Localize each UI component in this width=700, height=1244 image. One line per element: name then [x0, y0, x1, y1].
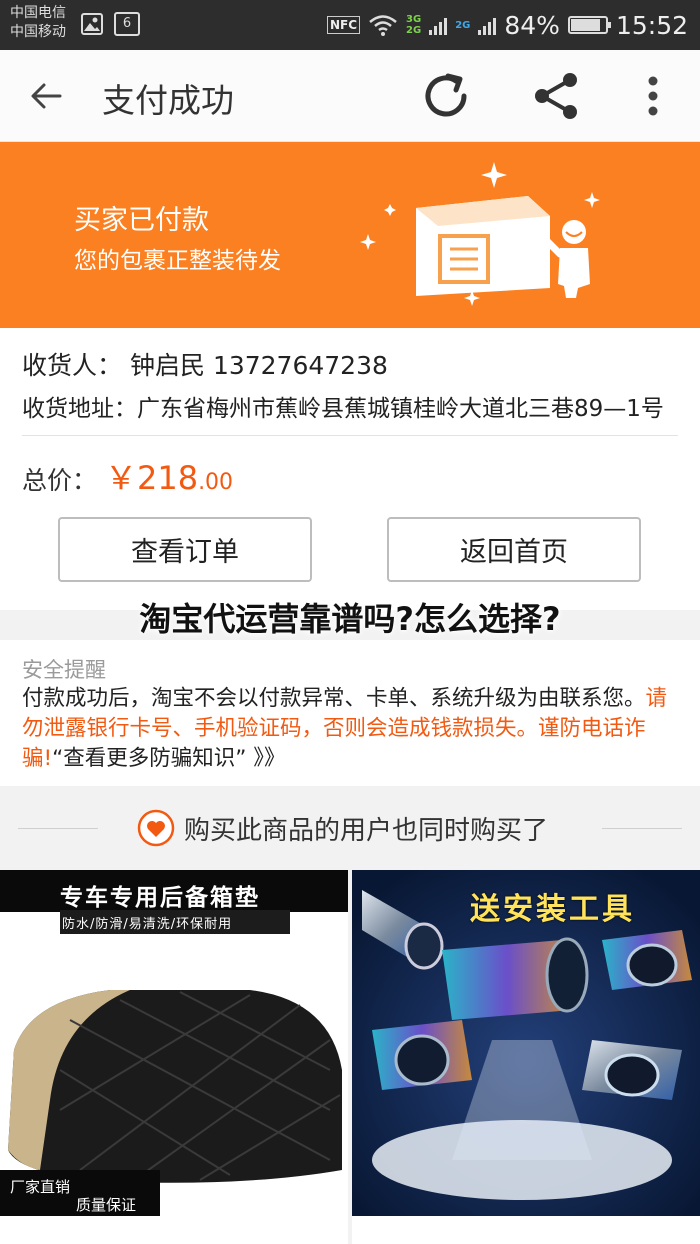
carrier-1: 中国电信	[10, 5, 66, 21]
also-bought-title: 购买此商品的用户也同时购买了	[184, 816, 549, 846]
recommended-products: 专车专用后备箱垫 防水/防滑/易清洗/环保耐用 厂家直销 质量保证 送安装工具	[0, 870, 700, 1244]
receiver-name: 钟启民	[129, 351, 205, 380]
banner-subtitle: 您的包裹正整装待发	[74, 248, 281, 274]
factory-direct-badge: 厂家直销	[10, 1178, 71, 1196]
security-notice-title: 安全提醒	[22, 658, 106, 682]
back-arrow-icon[interactable]	[26, 76, 66, 116]
status-bar: 中国电信 中国移动 6 NFC 3G 2G 2G 84% 15:52	[0, 0, 700, 50]
receiver-label: 收货人：	[22, 351, 123, 380]
net-2g-b-label: 2G	[455, 19, 471, 31]
receiver-row: 收货人： 钟启民 13727647238	[22, 346, 388, 382]
more-vertical-icon[interactable]	[640, 72, 666, 120]
notice-text: 付款成功后，淘宝不会以付款异常、卡单、系统升级为由联系您。	[22, 686, 646, 711]
banner-title: 买家已付款	[74, 205, 209, 236]
security-notice: 安全提醒 付款成功后，淘宝不会以付款异常、卡单、系统升级为由联系您。请勿泄露银行…	[0, 640, 700, 786]
network-type-2g: 2G	[455, 20, 470, 31]
exhaust-banner-text: 送安装工具	[470, 892, 635, 927]
product-card-trunk-mat[interactable]: 专车专用后备箱垫 防水/防滑/易清洗/环保耐用 厂家直销 质量保证	[0, 870, 348, 1244]
receiver-phone: 13727647238	[212, 351, 388, 380]
share-icon[interactable]	[528, 68, 584, 124]
nfc-icon: NFC	[326, 16, 361, 34]
battery-icon	[567, 16, 611, 34]
notification-badge-count: 6	[122, 16, 132, 31]
divider-left	[18, 828, 98, 829]
anti-fraud-link[interactable]: “查看更多防骗知识” 》》	[52, 746, 285, 771]
notification-badge-icon: 6	[114, 12, 140, 36]
back-home-button[interactable]: 返回首页	[387, 517, 641, 582]
order-info-card: 收货人： 钟启民 13727647238 收货地址：广东省梅州市蕉岭县蕉城镇桂岭…	[0, 328, 700, 610]
quality-badge: 质量保证	[76, 1196, 137, 1214]
security-notice-body: 付款成功后，淘宝不会以付款异常、卡单、系统升级为由联系您。请勿泄露银行卡号、手机…	[22, 684, 682, 774]
currency-symbol: ￥	[104, 459, 137, 497]
carrier-names: 中国电信 中国移动	[10, 4, 66, 42]
status-right: NFC 3G 2G 2G 84% 15:52	[326, 0, 688, 50]
payment-status-banner: 买家已付款 您的包裹正整装待发	[0, 142, 700, 328]
app-bar: 支付成功	[0, 50, 700, 142]
net-2g-label: 2G	[406, 25, 422, 36]
total-label: 总价：	[22, 466, 98, 495]
price-decimal: .00	[198, 470, 234, 495]
refresh-icon[interactable]	[418, 68, 474, 124]
address-row: 收货地址：广东省梅州市蕉岭县蕉城镇桂岭大道北三巷89—1号	[22, 389, 664, 423]
address-value: 广东省梅州市蕉岭县蕉城镇桂岭大道北三巷89—1号	[137, 396, 664, 422]
clock: 15:52	[615, 10, 688, 40]
signal-bars-2-icon	[478, 15, 497, 35]
heart-icon	[137, 809, 175, 847]
trunk-mat-features: 防水/防滑/易清洗/环保耐用	[62, 917, 233, 932]
battery-level	[570, 19, 600, 31]
address-label: 收货地址：	[22, 396, 137, 422]
total-row: 总价： ￥218.00	[22, 453, 233, 499]
page-title: 支付成功	[102, 81, 234, 120]
divider-right	[602, 828, 682, 829]
wifi-icon	[369, 15, 397, 36]
overlay-headline: 淘宝代运营靠谱吗?怎么选择?	[139, 600, 561, 638]
package-box-icon	[360, 162, 600, 306]
network-type-3g-2g: 3G 2G	[406, 14, 421, 36]
signal-bars-icon	[429, 15, 448, 35]
carrier-2: 中国移动	[10, 24, 66, 40]
total-price: ￥218.00	[105, 459, 234, 497]
net-3g-label: 3G	[406, 14, 422, 25]
product-card-exhaust-tips[interactable]: 送安装工具	[352, 870, 700, 1244]
also-bought-section: 购买此商品的用户也同时购买了	[0, 786, 700, 870]
trunk-mat-banner-text: 专车专用后备箱垫	[60, 885, 260, 911]
battery-percent: 84%	[504, 10, 560, 40]
divider	[22, 435, 678, 436]
view-order-button[interactable]: 查看订单	[58, 517, 312, 582]
image-notification-icon	[81, 13, 103, 35]
price-integer: 218	[136, 459, 199, 497]
